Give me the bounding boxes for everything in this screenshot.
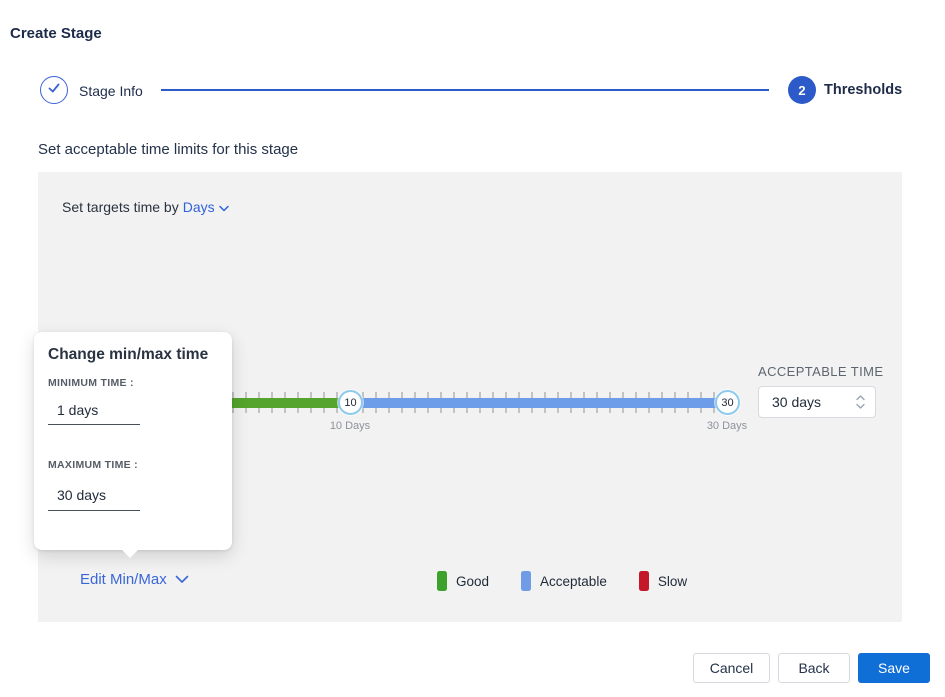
legend: Good Acceptable Slow [437, 571, 687, 591]
page-title: Create Stage [10, 25, 102, 42]
slider-handle-min[interactable]: 10 [338, 390, 363, 415]
minimum-time-label: MINIMUM TIME : [48, 377, 134, 389]
maximum-time-value: 30 days [57, 487, 106, 503]
slider-handle-max-value: 30 [721, 397, 733, 409]
target-unit-dropdown[interactable]: Days [183, 199, 229, 215]
edit-min-max-label: Edit Min/Max [80, 571, 167, 588]
minimum-time-field[interactable]: 1 days [48, 396, 140, 425]
legend-item-good: Good [437, 571, 489, 591]
chevron-down-icon [219, 199, 229, 215]
legend-label-good: Good [456, 574, 489, 589]
step-1-complete-circle[interactable] [40, 76, 68, 104]
change-min-max-popover: Change min/max time MINIMUM TIME : 1 day… [34, 332, 232, 550]
slider-min-day-label: 10 Days [320, 420, 380, 432]
step-2-active-circle[interactable]: 2 [788, 76, 816, 104]
good-swatch [437, 571, 447, 591]
stepper-up-icon[interactable] [856, 395, 865, 401]
save-button[interactable]: Save [858, 653, 930, 683]
slider-track-good-segment [232, 398, 350, 408]
slider-handle-max[interactable]: 30 [715, 390, 740, 415]
set-targets-row: Set targets time by Days [62, 199, 229, 215]
acceptable-time-label: ACCEPTABLE TIME [758, 364, 883, 379]
legend-label-slow: Slow [658, 574, 687, 589]
step-2-label: Thresholds [824, 82, 902, 98]
popover-title: Change min/max time [48, 346, 208, 364]
step-2-number: 2 [798, 83, 805, 98]
slider-max-day-label: 30 Days [697, 420, 757, 432]
back-button[interactable]: Back [778, 653, 850, 683]
slider-handle-min-value: 10 [344, 397, 356, 409]
slider-track-acceptable-segment [350, 398, 730, 408]
cancel-button[interactable]: Cancel [693, 653, 770, 683]
chevron-down-icon [175, 571, 189, 588]
popover-arrow [122, 550, 138, 558]
acceptable-time-input[interactable]: 30 days [758, 386, 876, 418]
check-icon [46, 80, 62, 101]
minimum-time-value: 1 days [57, 402, 98, 418]
legend-item-slow: Slow [639, 571, 687, 591]
acceptable-swatch [521, 571, 531, 591]
slow-swatch [639, 571, 649, 591]
legend-label-acceptable: Acceptable [540, 574, 607, 589]
stepper-arrows[interactable] [856, 395, 875, 409]
step-1-label: Stage Info [79, 83, 143, 99]
target-unit-value: Days [183, 199, 215, 215]
maximum-time-field[interactable]: 30 days [48, 479, 140, 511]
acceptable-time-value: 30 days [759, 394, 856, 410]
stepper-down-icon[interactable] [856, 403, 865, 409]
edit-min-max-link[interactable]: Edit Min/Max [80, 571, 189, 588]
set-targets-prefix: Set targets time by [62, 199, 179, 215]
stepper-connector-line [161, 89, 769, 91]
section-heading: Set acceptable time limits for this stag… [38, 141, 298, 158]
legend-item-acceptable: Acceptable [521, 571, 607, 591]
maximum-time-label: MAXIMUM TIME : [48, 459, 138, 471]
